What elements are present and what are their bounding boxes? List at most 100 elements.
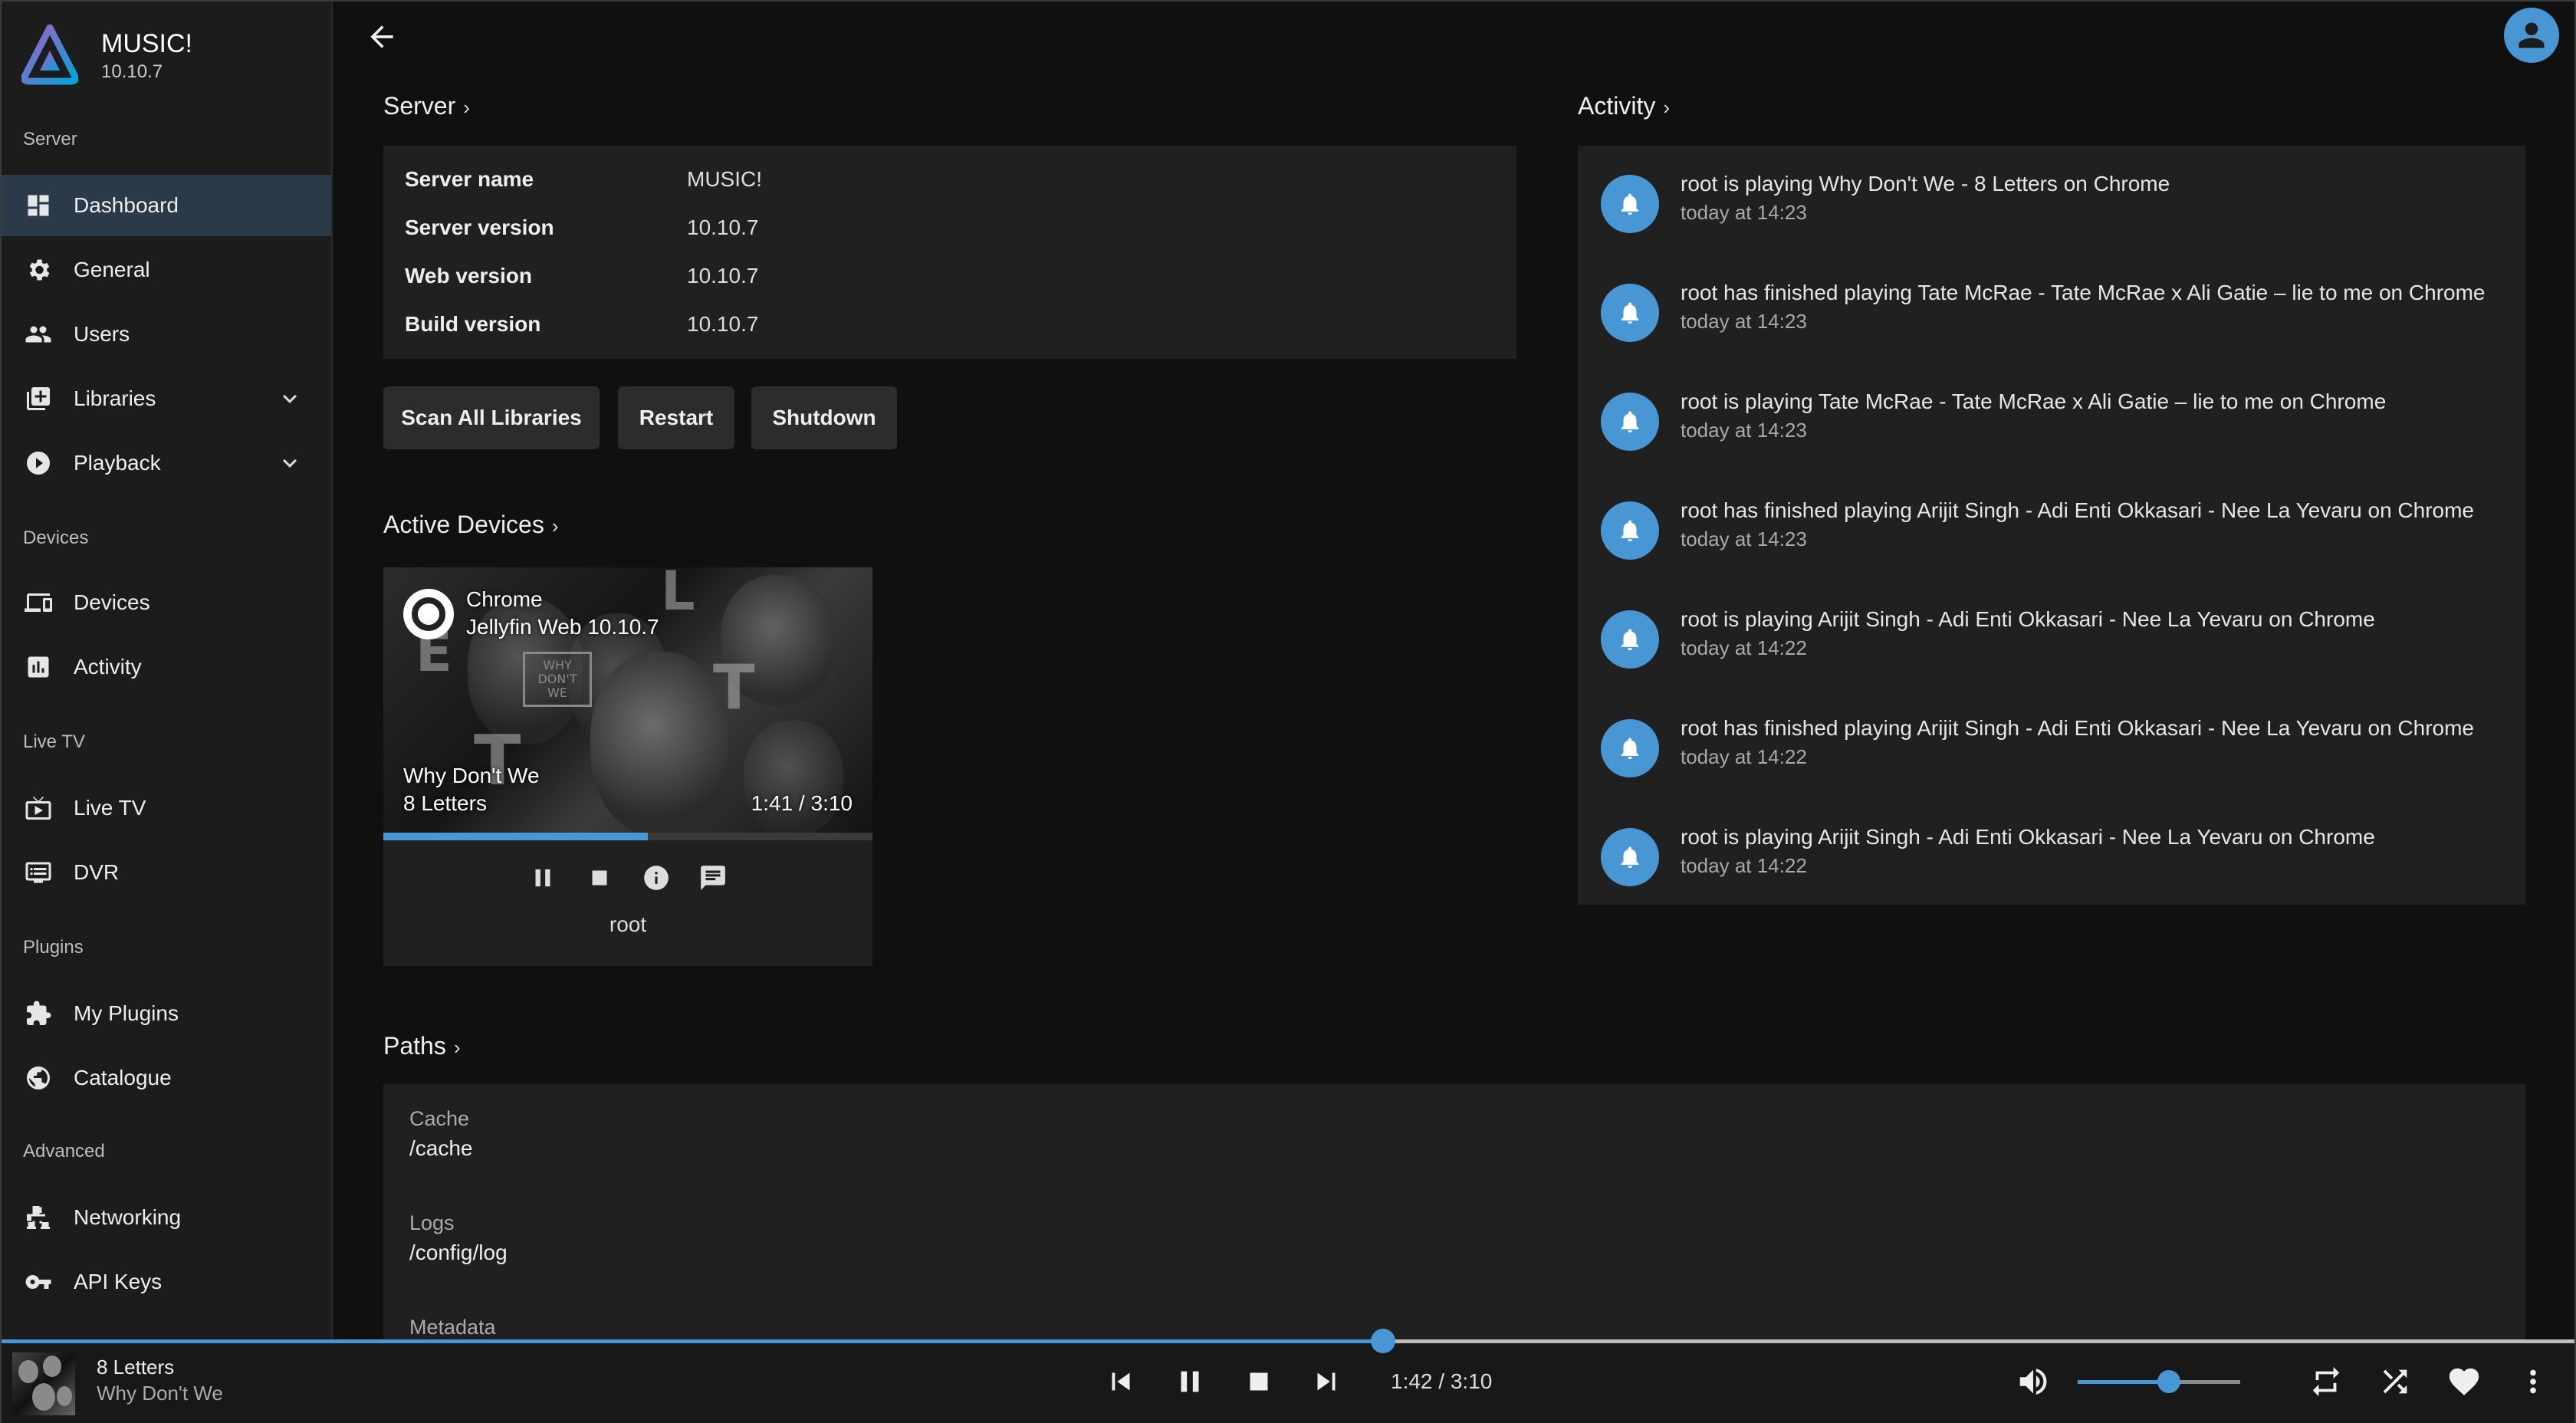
volume-up-icon [2019, 1369, 2047, 1395]
active-device-card[interactable]: L E T T WHY DON'T WE Chrome Jellyfin Web 1… [383, 567, 872, 966]
sidebar-item-dashboard[interactable]: Dashboard [2, 175, 331, 236]
player-album-thumbnail[interactable] [12, 1352, 75, 1415]
sidebar-item-libraries[interactable]: Libraries [2, 368, 331, 429]
device-pause-button[interactable] [524, 859, 562, 897]
sidebar-item-dvr[interactable]: DVR [2, 842, 331, 903]
activity-time: today at 14:22 [1681, 745, 1807, 768]
volume-handle[interactable] [2157, 1370, 2180, 1393]
bell-icon [1601, 284, 1659, 342]
section-server: Server [23, 129, 77, 150]
sidebar-item-myplugins[interactable]: My Plugins [2, 983, 331, 1044]
device-name: Chrome [466, 587, 543, 611]
player-artist[interactable]: Why Don't We [97, 1382, 223, 1405]
chevron-right-icon: › [1663, 96, 1671, 119]
activity-item: root is playing Arijit Singh - Adi Enti … [1601, 814, 2521, 891]
active-devices-heading-link[interactable]: Active Devices › [383, 511, 559, 539]
message-icon [701, 866, 725, 890]
chevron-down-icon[interactable] [276, 385, 304, 412]
activity-text: root has finished playing Arijit Singh -… [1681, 716, 2475, 740]
path-value: /config/log [409, 1241, 508, 1264]
favorite-button[interactable] [2443, 1360, 2486, 1403]
now-playing-title: Why Don't We [403, 764, 540, 787]
device-progress-fill [383, 833, 648, 840]
stop-icon [1250, 1372, 1268, 1391]
previous-track-button[interactable] [1099, 1360, 1142, 1403]
server-row-value: 10.10.7 [687, 215, 759, 239]
shuffle-icon [2383, 1369, 2407, 1394]
chevron-down-icon[interactable] [276, 449, 304, 477]
activity-text: root has finished playing Tate McRae - T… [1681, 281, 2486, 304]
player-track-title[interactable]: 8 Letters [97, 1356, 174, 1379]
more-options-button[interactable] [2512, 1360, 2555, 1403]
sidebar-item-playback[interactable]: Playback [2, 432, 331, 494]
activity-item: root has finished playing Tate McRae - T… [1601, 270, 2521, 347]
path-key: Cache [409, 1107, 470, 1130]
app-window: MUSIC! 10.10.7 Server Dashboard General … [0, 0, 2576, 1423]
paths-heading-link[interactable]: Paths › [383, 1032, 461, 1060]
app-title: MUSIC! [101, 29, 192, 58]
server-row-value: 10.10.7 [687, 312, 759, 336]
sidebar-item-label: Devices [74, 590, 150, 614]
server-row-value: 10.10.7 [687, 264, 759, 288]
paths-heading: Paths [383, 1032, 446, 1060]
chevron-right-icon: › [463, 96, 470, 119]
server-row-key: Build version [405, 312, 541, 336]
sidebar-item-networking[interactable]: Networking [2, 1187, 331, 1248]
activity-item: root is playing Tate McRae - Tate McRae … [1601, 379, 2521, 455]
people-icon [25, 320, 52, 348]
activity-time: today at 14:23 [1681, 527, 1807, 550]
shutdown-button[interactable]: Shutdown [751, 386, 897, 449]
info-icon [644, 866, 669, 890]
sidebar-item-label: My Plugins [74, 1001, 179, 1025]
repeat-icon [2312, 1366, 2340, 1397]
repeat-button[interactable] [2305, 1360, 2348, 1403]
shuffle-button[interactable] [2374, 1360, 2417, 1403]
player-seek-bar[interactable] [2, 1329, 2574, 1353]
chrome-icon [403, 589, 454, 639]
activity-item: root has finished playing Arijit Singh -… [1601, 705, 2521, 782]
now-playing-time: 1:41 / 3:10 [751, 791, 853, 815]
band-logo: WHY DON'T WE [523, 652, 592, 707]
section-plugins: Plugins [23, 937, 84, 958]
device-message-button[interactable] [694, 859, 732, 897]
sidebar-item-label: DVR [74, 860, 120, 884]
devices-icon [25, 589, 52, 616]
volume-slider[interactable] [2078, 1370, 2240, 1393]
device-client: Jellyfin Web 10.10.7 [466, 615, 659, 639]
sidebar-item-label: Networking [74, 1205, 182, 1229]
back-button[interactable] [365, 20, 399, 54]
app-version: 10.10.7 [101, 61, 163, 82]
server-heading-link[interactable]: Server › [383, 92, 470, 120]
sidebar-item-devices[interactable]: Devices [2, 572, 331, 633]
activity-time: today at 14:23 [1681, 419, 1807, 442]
dashboard-icon [25, 192, 52, 219]
chevron-right-icon: › [551, 514, 559, 537]
user-avatar-button[interactable] [2504, 8, 2559, 63]
server-row-key: Web version [405, 264, 532, 288]
sidebar-item-label: General [74, 258, 150, 281]
seek-handle[interactable] [1371, 1329, 1396, 1353]
key-icon [25, 1268, 52, 1296]
sidebar-item-catalogue[interactable]: Catalogue [2, 1047, 331, 1109]
pause-button[interactable] [1168, 1360, 1211, 1403]
library-add-icon [25, 385, 52, 412]
server-row-value: MUSIC! [687, 167, 762, 191]
restart-button[interactable]: Restart [618, 386, 734, 449]
sidebar-item-users[interactable]: Users [2, 304, 331, 365]
bell-icon [1601, 719, 1659, 777]
next-track-button[interactable] [1305, 1360, 1348, 1403]
sidebar-item-livetv[interactable]: Live TV [2, 777, 331, 839]
scan-all-libraries-button[interactable]: Scan All Libraries [383, 386, 600, 449]
sidebar-item-activity[interactable]: Activity [2, 636, 331, 698]
stop-button[interactable] [1237, 1360, 1280, 1403]
brand[interactable]: MUSIC! 10.10.7 [21, 25, 192, 86]
sidebar-item-apikeys[interactable]: API Keys [2, 1251, 331, 1313]
activity-heading-link[interactable]: Activity › [1578, 92, 1670, 120]
mute-button[interactable] [2012, 1360, 2055, 1403]
device-info-button[interactable] [637, 859, 675, 897]
sidebar-item-label: Catalogue [74, 1066, 172, 1089]
device-controls [383, 859, 872, 897]
heart-icon [2449, 1368, 2479, 1396]
device-stop-button[interactable] [580, 859, 619, 897]
sidebar-item-general[interactable]: General [2, 239, 331, 301]
